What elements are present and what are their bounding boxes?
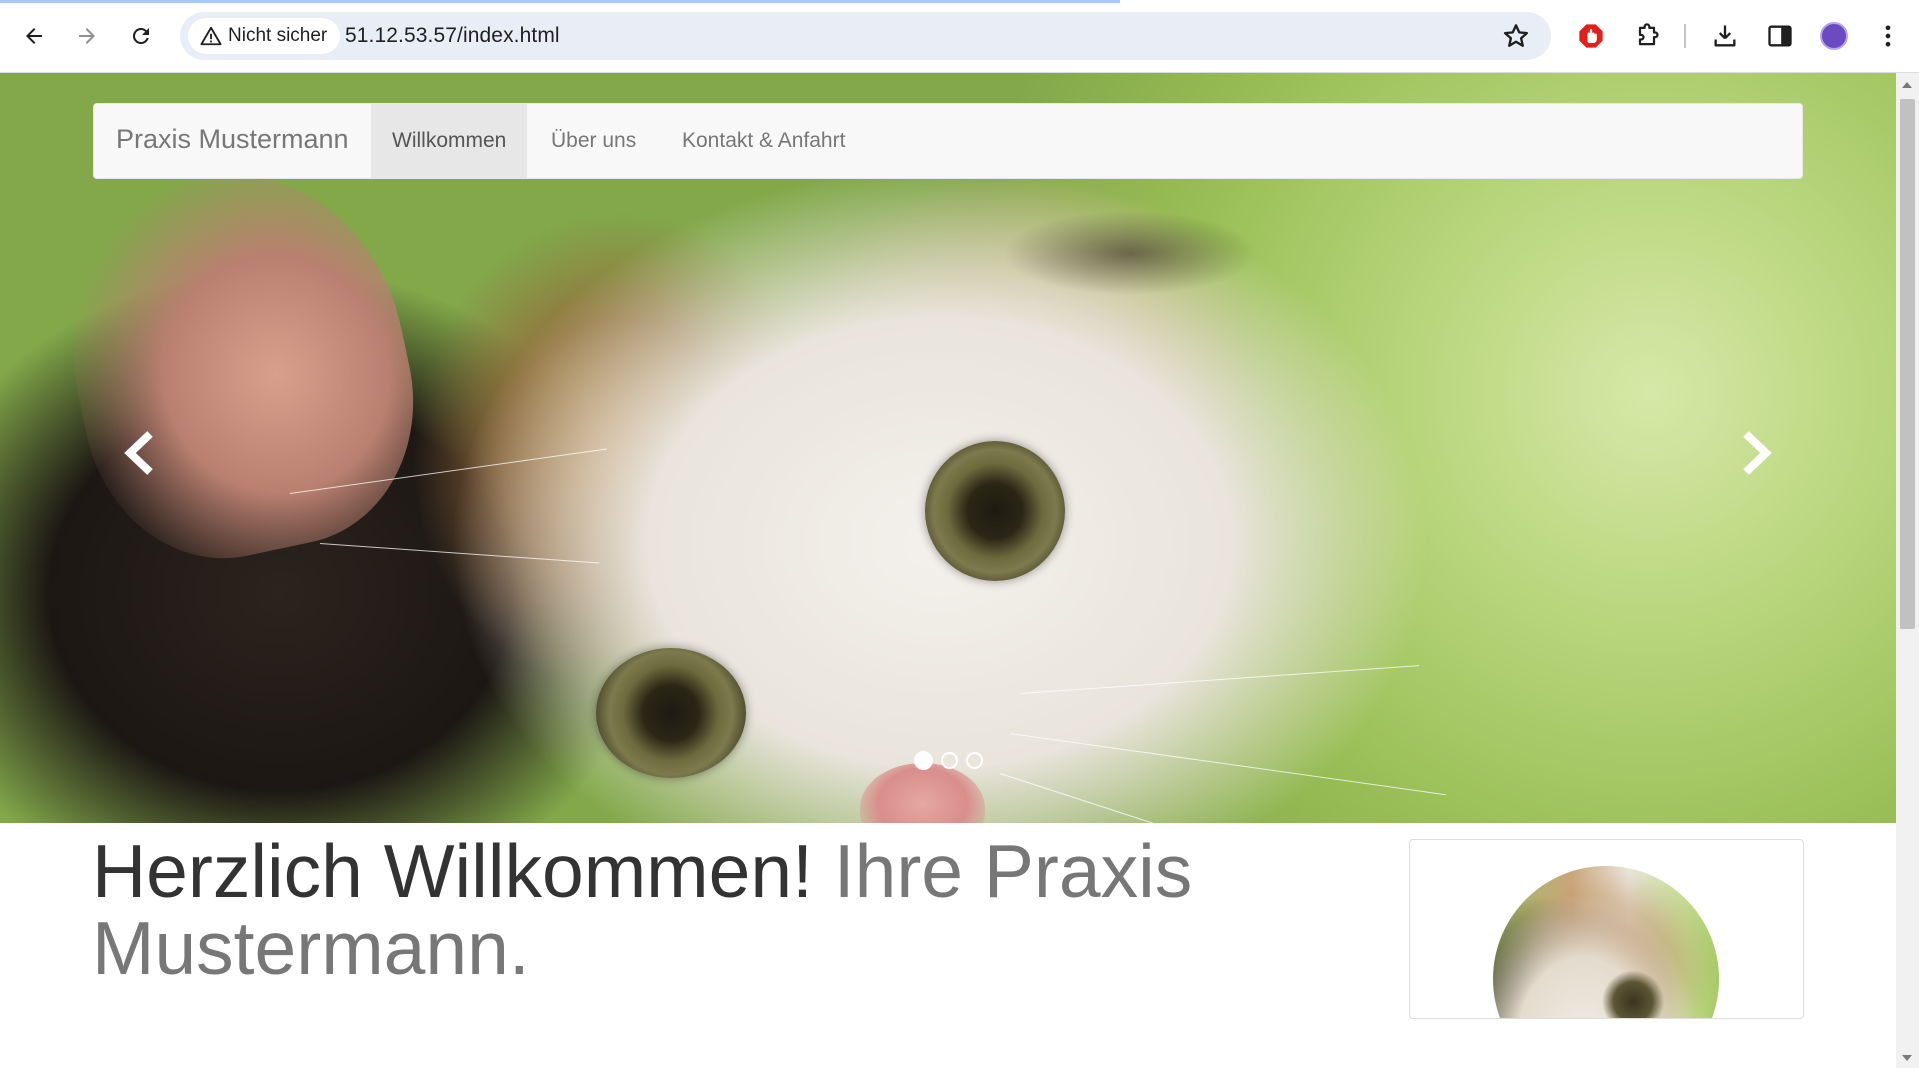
carousel-indicator-3[interactable] [966,752,983,769]
chevron-left-icon [124,431,153,475]
welcome-heading-main: Herzlich Willkommen! [92,829,813,913]
address-bar[interactable]: Nicht sicher 51.12.53.57/index.html [180,12,1551,60]
navbar-brand[interactable]: Praxis Mustermann [116,124,349,155]
side-panel-button[interactable] [1764,20,1796,52]
toolbar-separator [1684,24,1686,48]
hero-carousel: Praxis Mustermann Willkommen Über uns Ko… [0,73,1896,823]
scroll-up-arrow-icon[interactable] [1902,82,1912,88]
avatar [1820,22,1848,50]
profile-thumbnail-image [1493,866,1719,1018]
carousel-image-eye-left [596,648,746,778]
site-navbar: Praxis Mustermann Willkommen Über uns Ko… [93,103,1803,179]
back-button[interactable] [14,16,54,56]
whisker-line [319,543,600,564]
nav-item-kontakt-anfahrt[interactable]: Kontakt & Anfahrt [661,104,866,178]
carousel-indicator-2[interactable] [941,752,958,769]
carousel-image-nose [860,763,985,823]
whisker-line [999,773,1400,823]
page-viewport: Praxis Mustermann Willkommen Über uns Ko… [0,73,1896,1068]
carousel-prev-button[interactable] [119,428,159,478]
profile-button[interactable] [1818,20,1850,52]
stop-hand-icon [1579,24,1603,48]
carousel-image-ear [39,142,441,584]
reload-button[interactable] [121,16,161,56]
carousel-indicator-1[interactable] [914,751,933,770]
forward-button[interactable] [67,16,107,56]
whisker-line [1009,733,1446,796]
puzzle-icon [1638,23,1659,46]
scrollbar-thumb[interactable] [1900,99,1915,629]
warning-icon [200,26,222,46]
site-info-chip[interactable]: Nicht sicher [188,18,341,54]
scroll-down-arrow-icon[interactable] [1902,1055,1912,1061]
extensions-button[interactable] [1631,20,1663,52]
welcome-heading: Herzlich Willkommen! Ihre Praxis Musterm… [92,833,1342,987]
profile-thumbnail-card [1409,839,1804,1019]
security-status-label: Nicht sicher [228,25,328,46]
carousel-indicators [914,751,983,770]
tab-loading-indicator [0,0,1120,3]
url-text[interactable]: 51.12.53.57/index.html [345,24,560,48]
adblock-extension-button[interactable] [1575,20,1607,52]
downloads-button[interactable] [1709,20,1741,52]
carousel-image-eye-right [925,441,1065,581]
arrow-right-icon [79,28,95,44]
arrow-left-icon [26,28,42,44]
bookmark-star-icon[interactable] [1501,21,1531,51]
download-icon [1714,25,1736,47]
browser-toolbar: Nicht sicher 51.12.53.57/index.html [0,0,1919,73]
reload-icon [132,27,149,44]
more-vert-icon [1885,25,1891,47]
nav-item-ueber-uns[interactable]: Über uns [530,104,657,178]
nav-item-willkommen[interactable]: Willkommen [371,104,528,178]
browser-menu-button[interactable] [1872,20,1904,52]
carousel-next-button[interactable] [1737,428,1777,478]
page-scrollbar[interactable] [1896,73,1919,1068]
side-panel-icon [1768,25,1792,47]
chevron-right-icon [1743,431,1772,475]
whisker-line [1019,665,1420,694]
